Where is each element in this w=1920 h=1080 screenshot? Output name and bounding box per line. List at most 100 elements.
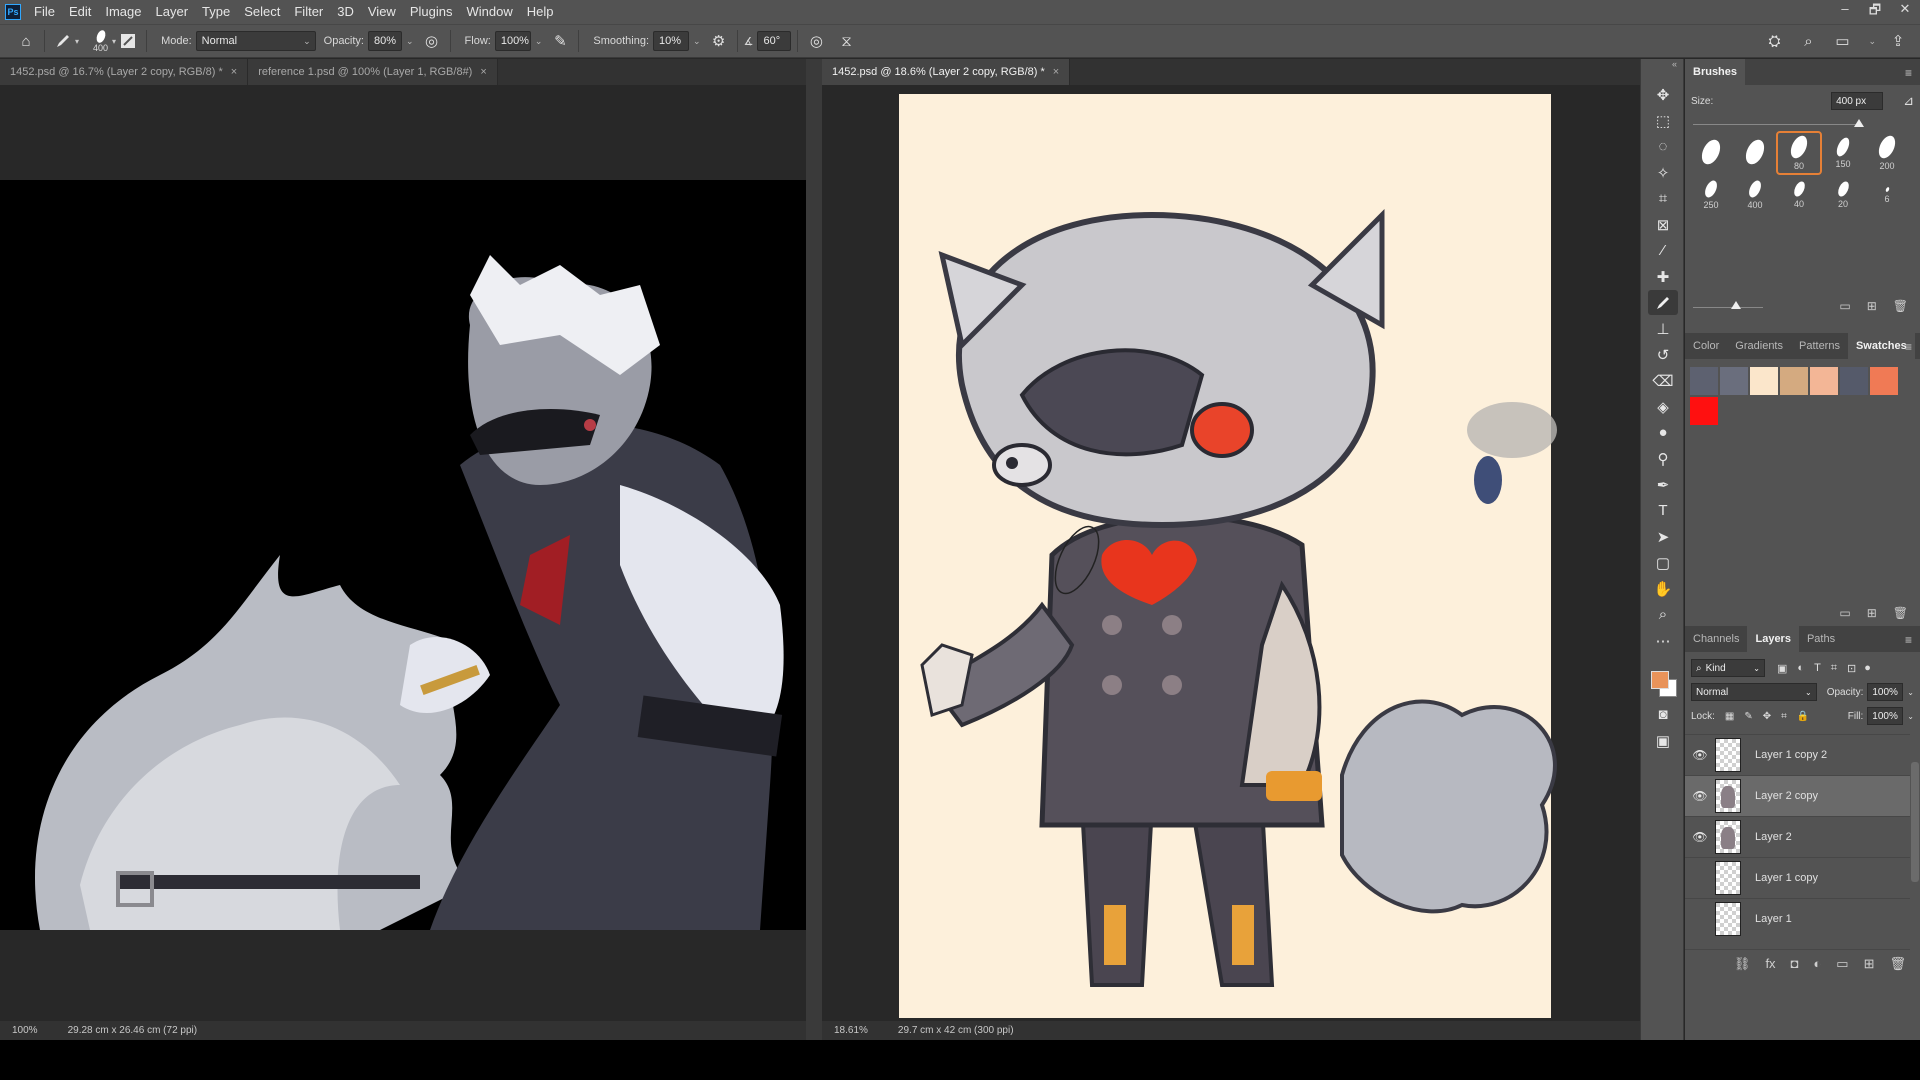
color-swatch[interactable] (1870, 367, 1898, 395)
menu-plugins[interactable]: Plugins (403, 0, 460, 24)
mask-icon[interactable]: ◘ (1791, 956, 1799, 972)
menu-filter[interactable]: Filter (287, 0, 330, 24)
size-input[interactable]: 400 px (1831, 92, 1884, 110)
close-icon[interactable]: × (231, 66, 237, 78)
layer-row[interactable]: 👁 Layer 1 copy 2 (1685, 734, 1910, 775)
trash-icon[interactable]: 🗑 (1889, 956, 1906, 972)
crop-icon[interactable]: ⌗ (1648, 186, 1678, 211)
folder-icon[interactable]: ▭ (1839, 606, 1850, 620)
frame-icon[interactable]: ⊠ (1648, 212, 1678, 237)
chevron-down-icon[interactable]: ⌄ (1907, 688, 1914, 697)
brush-options-icon[interactable]: ⊿ (1903, 93, 1914, 109)
panel-menu-icon[interactable]: ≡ (1905, 340, 1912, 354)
brush-preset[interactable]: 40 (1778, 175, 1820, 215)
filter-adjust-icon[interactable]: ◐ (1797, 662, 1804, 674)
menu-layer[interactable]: Layer (149, 0, 196, 24)
layers-scrollbar[interactable] (1911, 762, 1919, 882)
eraser-icon[interactable]: ⌫ (1648, 368, 1678, 393)
workspace-icon[interactable]: ▭ (1830, 29, 1854, 53)
lock-artboard-icon[interactable]: ⌗ (1781, 711, 1787, 722)
menu-help[interactable]: Help (520, 0, 561, 24)
filter-pixel-icon[interactable]: ▣ (1777, 662, 1787, 675)
photoshop-logo[interactable]: Ps (5, 4, 21, 20)
layer-name[interactable]: Layer 1 (1755, 913, 1792, 925)
brush-preset-picker[interactable]: 400 (93, 28, 108, 53)
tab-gradients[interactable]: Gradients (1727, 333, 1791, 359)
flow-input[interactable]: 100% (494, 31, 531, 51)
layer-thumbnail[interactable] (1715, 820, 1741, 854)
tab-patterns[interactable]: Patterns (1791, 333, 1848, 359)
visibility-eye-icon[interactable]: 👁 (1685, 830, 1715, 844)
brush-settings-icon[interactable] (116, 29, 140, 53)
new-brush-icon[interactable]: ⊞ (1867, 299, 1877, 313)
chevron-down-icon[interactable]: ⌄ (1907, 712, 1914, 721)
filter-toggle-icon[interactable]: ● (1864, 662, 1871, 674)
more-icon[interactable]: ⋯ (1648, 628, 1678, 653)
chevron-down-icon[interactable]: ⌄ (535, 36, 543, 47)
mode-select[interactable]: Normal ⌄ (195, 31, 316, 51)
color-swatch[interactable] (1780, 367, 1808, 395)
home-icon[interactable]: ⌂ (14, 29, 38, 53)
bucket-icon[interactable]: ◈ (1648, 394, 1678, 419)
panel-menu-icon[interactable]: ≡ (1905, 66, 1912, 80)
layer-name[interactable]: Layer 2 (1755, 831, 1792, 843)
brush-preset[interactable]: 400 (1734, 175, 1776, 215)
tab-color[interactable]: Color (1685, 333, 1727, 359)
right-canvas-area[interactable] (822, 85, 1640, 1021)
symmetry-icon[interactable]: ⧖ (834, 29, 858, 53)
zoom-icon[interactable]: ⌕ (1648, 602, 1678, 627)
chevron-down-icon[interactable]: ⌄ (1868, 36, 1876, 47)
pressure-size-icon[interactable]: ◎ (804, 29, 828, 53)
lasso-icon[interactable]: ◌ (1648, 134, 1678, 159)
zoom-readout[interactable]: 18.61% (834, 1025, 868, 1036)
collapse-arrows-icon[interactable]: « (1641, 59, 1683, 81)
search-icon[interactable]: ⌕ (1796, 29, 1820, 53)
brush-preset[interactable]: 250 (1690, 175, 1732, 215)
layer-name[interactable]: Layer 2 copy (1755, 790, 1818, 802)
color-picker-swatches[interactable] (1641, 657, 1683, 701)
trash-icon[interactable]: 🗑 (1893, 606, 1908, 620)
brush-preset[interactable]: 80 (1776, 131, 1822, 175)
brush-icon[interactable] (1648, 290, 1678, 315)
foreground-color[interactable] (1651, 671, 1669, 689)
hand-icon[interactable]: ✋ (1648, 576, 1678, 601)
left-canvas-area[interactable] (0, 85, 806, 1021)
type-icon[interactable]: T (1648, 498, 1678, 523)
layer-row[interactable]: 👁 Layer 2 (1685, 816, 1910, 857)
menu-edit[interactable]: Edit (62, 0, 98, 24)
chevron-down-icon[interactable]: ⌄ (406, 36, 414, 47)
tab-brushes[interactable]: Brushes (1685, 59, 1746, 85)
new-layer-icon[interactable]: ⊞ (1864, 956, 1875, 972)
layer-thumbnail[interactable] (1715, 779, 1741, 813)
smoothing-input[interactable]: 10% (653, 31, 690, 51)
color-swatch[interactable] (1750, 367, 1778, 395)
dodge-icon[interactable]: ⚲ (1648, 446, 1678, 471)
doc-tab-1452[interactable]: 1452.psd @ 16.7% (Layer 2 copy, RGB/8) *… (0, 59, 249, 85)
marquee-icon[interactable]: ⬚ (1648, 108, 1678, 133)
healing-icon[interactable]: ✚ (1648, 264, 1678, 289)
layer-row[interactable]: Layer 1 copy (1685, 857, 1910, 898)
menu-file[interactable]: File (27, 0, 62, 24)
filter-kind-select[interactable]: ⌕ Kind ⌄ (1691, 659, 1765, 677)
brush-preset[interactable]: 20 (1822, 175, 1864, 215)
layer-thumbnail[interactable] (1715, 738, 1741, 772)
fill-input[interactable]: 100% (1867, 707, 1904, 725)
new-swatch-icon[interactable]: ⊞ (1867, 606, 1877, 620)
zoom-readout[interactable]: 100% (12, 1025, 38, 1036)
layer-thumbnail[interactable] (1715, 902, 1741, 936)
menu-window[interactable]: Window (459, 0, 519, 24)
stamp-icon[interactable]: ⊥ (1648, 316, 1678, 341)
move-icon[interactable]: ✥ (1648, 82, 1678, 107)
chevron-down-icon[interactable]: ▾ (75, 37, 79, 46)
menu-3d[interactable]: 3D (330, 0, 361, 24)
tab-layers[interactable]: Layers (1747, 626, 1799, 652)
menu-view[interactable]: View (361, 0, 403, 24)
visibility-eye-icon[interactable]: 👁 (1685, 748, 1715, 762)
layer-row[interactable]: 👁 Layer 2 copy (1685, 775, 1910, 816)
color-swatch[interactable] (1690, 397, 1718, 425)
lock-transparent-icon[interactable]: ▦ (1725, 711, 1734, 722)
panel-menu-icon[interactable]: ≡ (1905, 633, 1912, 647)
brush-tool-preset-icon[interactable] (51, 29, 75, 53)
opacity-input[interactable]: 80% (368, 31, 402, 51)
eyedropper-icon[interactable]: ⁄ (1648, 238, 1678, 263)
